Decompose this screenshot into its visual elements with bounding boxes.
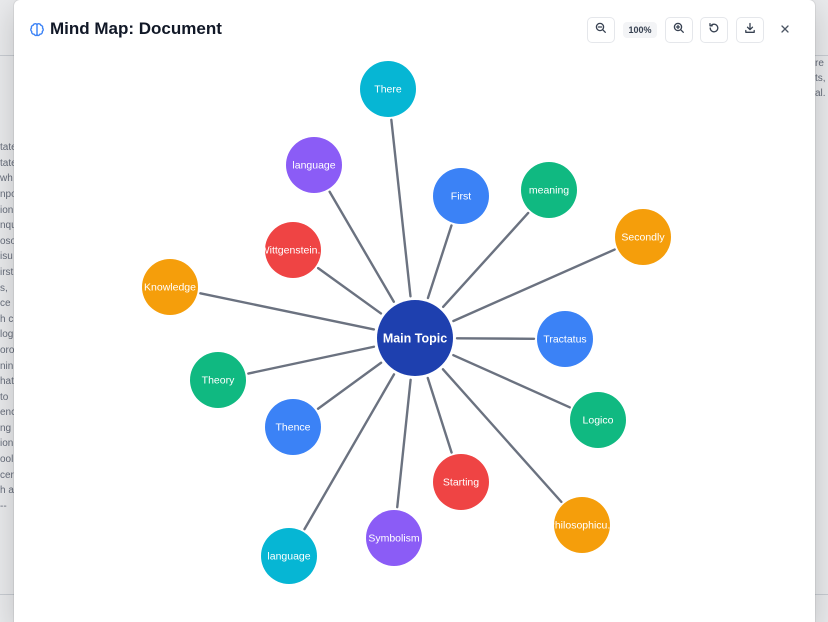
mind-map-node[interactable]: Philosophicu... [548, 497, 616, 553]
node-label: Wittgenstein... [260, 245, 327, 257]
mind-map-node[interactable]: Theory [190, 352, 246, 408]
connector-line [199, 292, 376, 331]
mind-map-node[interactable]: There [360, 61, 416, 117]
mind-map-node[interactable]: language [261, 528, 317, 584]
connector-line [303, 373, 396, 531]
connector-line [390, 118, 412, 298]
connector-line [455, 337, 536, 340]
node-label: Tractatus [543, 334, 586, 346]
connector-line [396, 378, 412, 509]
node-label: language [292, 160, 335, 172]
node-label: There [374, 84, 402, 96]
mind-map-canvas[interactable]: There language First meaning Secondly Wittgen… [14, 0, 815, 622]
connector-line [316, 361, 383, 410]
mind-map-node[interactable]: Starting [433, 454, 489, 510]
mind-map-node[interactable]: First [433, 168, 489, 224]
connector-line [426, 376, 453, 454]
node-label: Logico [583, 415, 614, 427]
mind-map-node[interactable]: language [286, 137, 342, 193]
central-topic-node[interactable]: Main Topic [377, 300, 453, 376]
connector-line [316, 266, 383, 315]
mind-map-modal: Mind Map: Document 100% There language F… [14, 0, 815, 622]
node-label: Secondly [621, 232, 665, 244]
connector-line [247, 345, 376, 375]
node-label: meaning [529, 185, 569, 197]
mind-map-node[interactable]: Thence [265, 399, 321, 455]
node-label: First [451, 191, 471, 203]
mind-map-node[interactable]: Wittgenstein... [260, 222, 327, 278]
connector-line [426, 224, 453, 300]
node-label: Philosophicu... [548, 520, 616, 532]
node-label: Knowledge [144, 282, 196, 294]
node-label: Starting [443, 477, 479, 489]
mind-map-node[interactable]: meaning [521, 162, 577, 218]
mind-map-node[interactable]: Secondly [615, 209, 671, 265]
mind-map-node[interactable]: Knowledge [142, 259, 198, 315]
connector-line [452, 248, 616, 323]
node-label: Symbolism [368, 533, 420, 545]
node-label: Thence [275, 422, 310, 434]
mind-map-node[interactable]: Logico [570, 392, 626, 448]
mind-map-node[interactable]: Symbolism [366, 510, 422, 566]
node-label: Main Topic [383, 331, 447, 345]
connector-line [328, 190, 396, 303]
node-label: Theory [202, 375, 235, 387]
node-label: language [267, 551, 310, 563]
mind-map-node[interactable]: Tractatus [537, 311, 593, 367]
